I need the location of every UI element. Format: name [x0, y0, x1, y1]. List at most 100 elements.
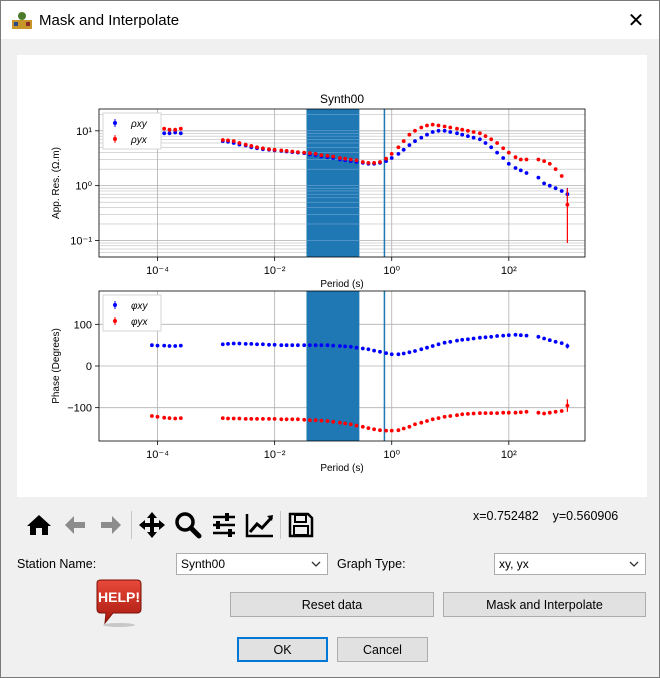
series-yx	[150, 399, 570, 433]
data-point	[267, 342, 271, 347]
home-button[interactable]	[21, 509, 57, 541]
data-point	[506, 150, 511, 155]
data-point	[401, 426, 406, 431]
data-point	[413, 422, 417, 427]
data-point	[366, 347, 371, 352]
data-point	[389, 352, 394, 357]
data-point	[155, 343, 160, 348]
data-point	[313, 343, 318, 348]
data-point	[237, 416, 242, 421]
save-button[interactable]	[283, 509, 319, 541]
reset-data-button[interactable]: Reset data	[230, 592, 434, 617]
edit-curve-button[interactable]	[242, 509, 278, 541]
data-point	[243, 142, 248, 147]
data-point	[261, 342, 265, 347]
data-point	[162, 131, 167, 136]
data-point	[442, 414, 447, 419]
data-point	[331, 343, 336, 348]
data-point	[272, 147, 277, 152]
data-point	[378, 160, 382, 164]
data-point	[430, 130, 435, 134]
data-point	[220, 416, 225, 420]
data-point	[466, 128, 470, 133]
data-point	[261, 417, 265, 421]
data-point	[419, 125, 424, 130]
data-point	[471, 411, 476, 416]
data-point	[442, 124, 447, 129]
data-point	[302, 417, 307, 422]
forward-button[interactable]	[93, 509, 129, 541]
data-point	[226, 416, 230, 421]
series-xy	[150, 128, 570, 202]
data-point	[495, 334, 499, 338]
cancel-button[interactable]: Cancel	[337, 637, 428, 662]
data-point	[178, 416, 183, 420]
home-icon	[27, 515, 51, 535]
data-point	[354, 158, 359, 163]
data-point	[448, 130, 453, 134]
data-point	[559, 341, 564, 345]
data-point	[267, 147, 271, 152]
data-point	[524, 409, 529, 414]
data-point	[407, 350, 412, 355]
data-point	[425, 123, 429, 128]
data-point	[389, 156, 394, 160]
data-point	[302, 343, 307, 348]
window-title: Mask and Interpolate	[39, 12, 180, 29]
ok-button[interactable]: OK	[237, 637, 328, 662]
station-name-label: Station Name:	[17, 557, 97, 571]
plot-canvas[interactable]: 10⁻⁴ 10⁻² 10⁰ 10² 10⁻¹ 10⁰ 10¹ Synth00 Period (s…	[17, 55, 647, 497]
legend-label: ρyx	[130, 135, 148, 146]
mask-band	[306, 109, 360, 257]
data-point	[290, 149, 295, 154]
data-point	[167, 416, 172, 420]
toolbar-separator	[131, 511, 132, 539]
graph-type-combo[interactable]: xy, yx	[494, 553, 646, 575]
data-point	[173, 416, 178, 421]
data-point	[553, 409, 558, 414]
data-point	[536, 175, 541, 180]
station-name-value: Synth00	[181, 557, 226, 571]
data-point	[425, 132, 429, 137]
title-bar: Mask and Interpolate ✕	[1, 1, 659, 39]
data-point	[489, 137, 494, 142]
data-point	[338, 420, 342, 425]
data-point	[243, 417, 248, 421]
legend-marker	[113, 319, 117, 323]
data-point	[518, 168, 523, 173]
mask-interpolate-button[interactable]: Mask and Interpolate	[443, 592, 646, 617]
data-point	[495, 411, 499, 415]
subplots-button[interactable]	[206, 509, 242, 541]
data-point	[425, 419, 429, 423]
data-point	[518, 333, 523, 338]
data-point	[536, 410, 541, 415]
data-point	[255, 417, 259, 421]
data-point	[255, 145, 259, 150]
data-point	[226, 138, 230, 143]
back-button[interactable]	[57, 509, 93, 541]
data-point	[547, 338, 552, 343]
close-button[interactable]: ✕	[613, 1, 659, 39]
data-point	[478, 411, 482, 415]
data-point	[501, 146, 506, 151]
data-point	[296, 417, 300, 422]
data-point	[489, 145, 494, 150]
x-tick-label: 10⁻⁴	[146, 449, 169, 461]
data-point	[495, 150, 499, 155]
data-point	[489, 334, 494, 339]
help-icon[interactable]: HELP!	[93, 579, 143, 627]
station-name-combo[interactable]: Synth00	[176, 553, 328, 575]
data-point	[272, 342, 277, 347]
data-point	[162, 343, 167, 348]
data-point	[518, 410, 523, 415]
data-point	[436, 123, 441, 128]
data-point	[547, 161, 552, 166]
data-point	[167, 127, 172, 132]
pan-button[interactable]	[134, 509, 170, 541]
data-point	[308, 343, 312, 348]
zoom-button[interactable]	[170, 509, 206, 541]
data-point	[167, 131, 172, 136]
data-point	[396, 428, 401, 433]
data-point	[178, 126, 183, 131]
x-tick-label: 10⁻²	[264, 265, 286, 277]
